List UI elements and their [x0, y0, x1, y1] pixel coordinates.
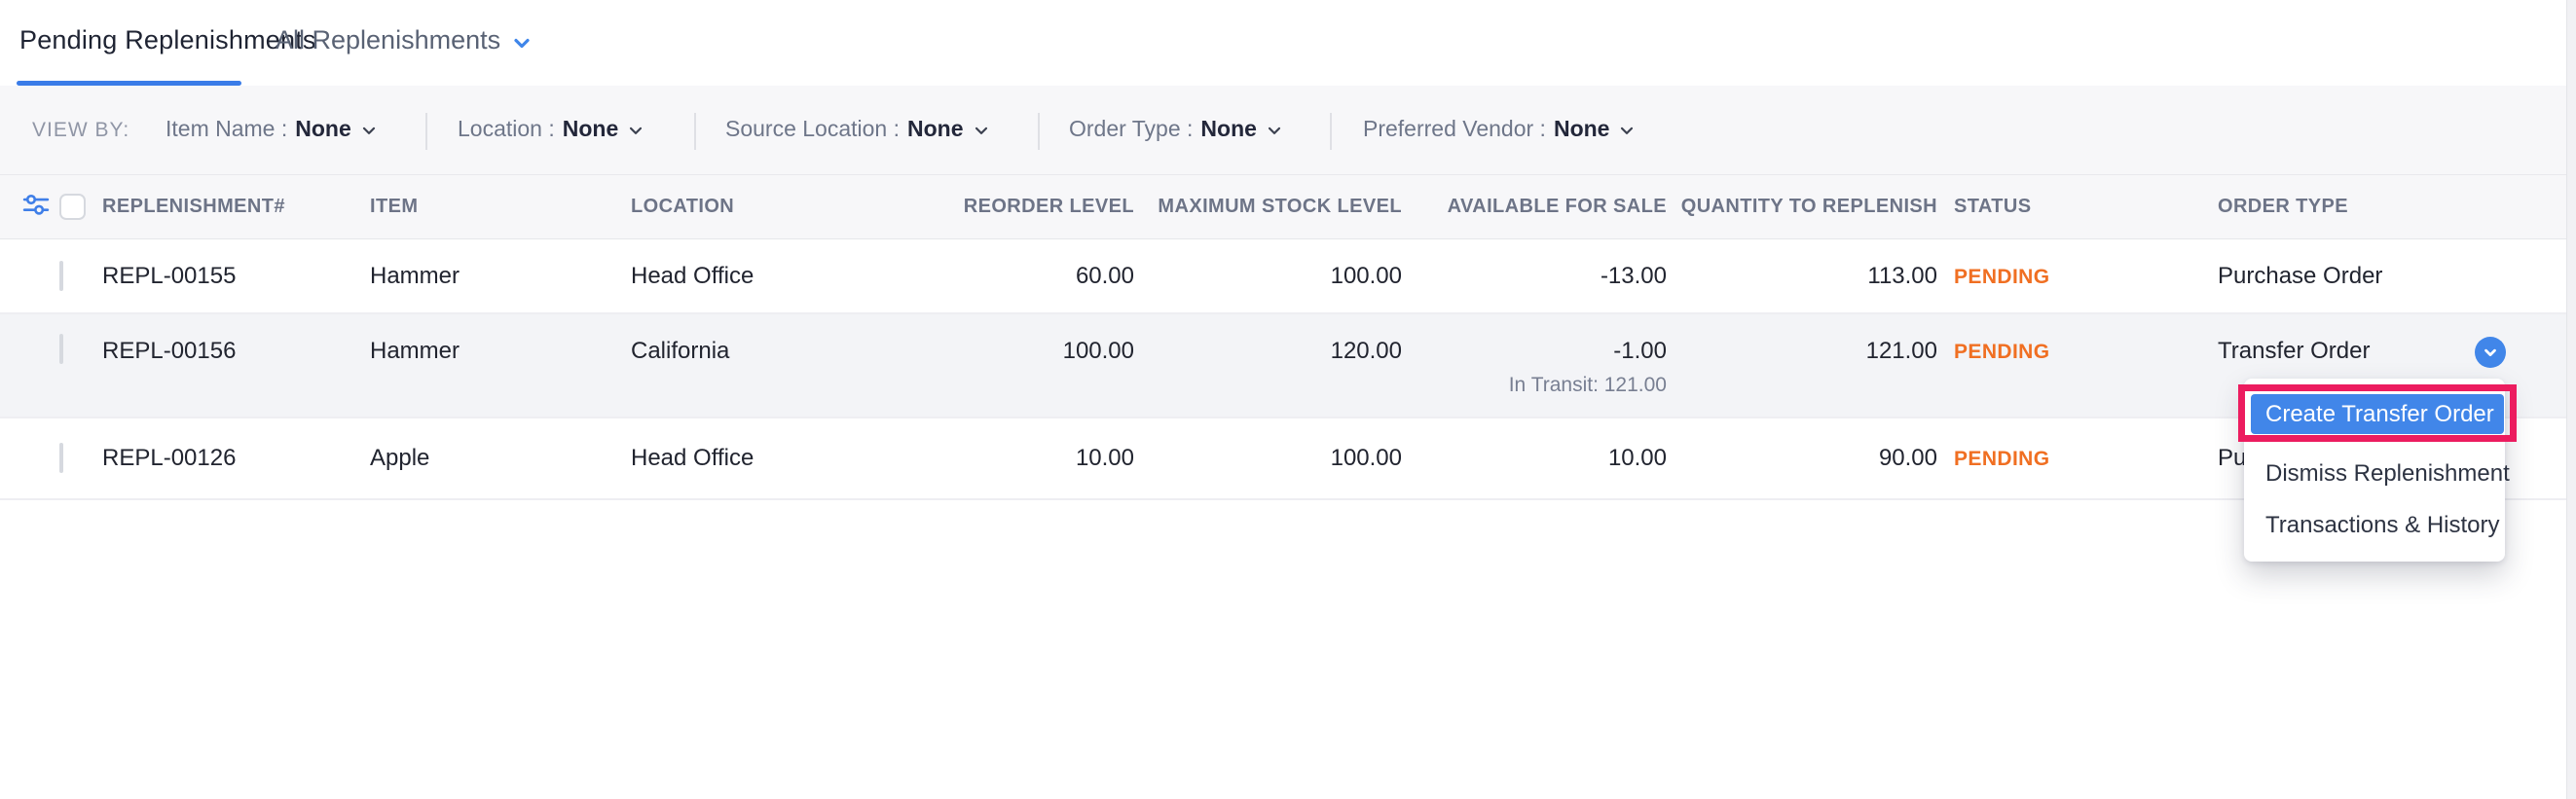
cell-replenishment-no: REPL-00156 — [102, 314, 370, 365]
column-header-reorder-level: REORDER LEVEL — [881, 196, 1134, 218]
table-header-gutter — [0, 190, 102, 225]
cell-item: Apple — [370, 445, 631, 472]
filter-divider — [1330, 113, 1332, 150]
filter-preferred-vendor-value: None — [1554, 116, 1610, 142]
column-header-replenishment: REPLENISHMENT# — [102, 196, 370, 218]
chevron-down-icon — [359, 121, 379, 140]
menu-item-create-transfer-order[interactable]: Create Transfer Order — [2251, 394, 2504, 434]
cell-location: California — [631, 314, 881, 365]
table-row[interactable]: REPL-00155 Hammer Head Office 60.00 100.… — [0, 239, 2576, 314]
cell-reorder-level: 10.00 — [881, 445, 1134, 472]
cell-reorder-level: 60.00 — [881, 263, 1134, 290]
cell-quantity-to-replenish: 113.00 — [1667, 263, 1937, 290]
filter-item-name[interactable]: Item Name : None — [166, 116, 379, 142]
cell-order-type: Purchase Order — [2218, 263, 2576, 290]
annotation-highlight-box: Create Transfer Order — [2238, 384, 2517, 442]
cell-replenishment-no: REPL-00126 — [102, 445, 370, 472]
row-checkbox[interactable] — [59, 443, 63, 473]
filter-source-location[interactable]: Source Location : None — [725, 116, 991, 142]
column-header-maximum-stock-level: MAXIMUM STOCK LEVEL — [1134, 196, 1402, 218]
cell-maximum-stock-level: 120.00 — [1134, 314, 1402, 365]
tab-bar: Pending Replenishments All Replenishment… — [0, 0, 2576, 86]
filter-divider — [425, 113, 427, 150]
filter-preferred-vendor[interactable]: Preferred Vendor : None — [1363, 116, 1637, 142]
chevron-down-icon — [626, 121, 645, 140]
cell-available-for-sale: -13.00 — [1402, 263, 1667, 290]
cell-available-for-sale: -1.00 In Transit: 121.00 — [1402, 314, 1667, 397]
cell-reorder-level: 100.00 — [881, 314, 1134, 365]
in-transit-note: In Transit: 121.00 — [1402, 374, 1667, 397]
cell-maximum-stock-level: 100.00 — [1134, 445, 1402, 472]
row-checkbox[interactable] — [59, 334, 63, 364]
column-header-status: STATUS — [1937, 196, 2218, 218]
available-for-sale-value: -1.00 — [1402, 338, 1667, 365]
row-gutter — [0, 314, 102, 363]
row-checkbox[interactable] — [59, 261, 63, 291]
cell-available-for-sale: 10.00 — [1402, 445, 1667, 472]
chevron-down-icon — [510, 31, 534, 54]
filter-item-name-label: Item Name : — [166, 116, 287, 142]
cell-item: Hammer — [370, 263, 631, 290]
cell-order-type: Transfer Order — [2218, 314, 2576, 365]
filter-order-type-value: None — [1200, 116, 1257, 142]
chevron-down-icon — [1265, 121, 1284, 140]
cell-item: Hammer — [370, 314, 631, 365]
filter-location-value: None — [563, 116, 619, 142]
column-header-location: LOCATION — [631, 196, 881, 218]
table-row[interactable]: REPL-00126 Apple Head Office 10.00 100.0… — [0, 418, 2576, 500]
status-badge: PENDING — [1937, 445, 2218, 472]
column-header-item: ITEM — [370, 196, 631, 218]
filter-source-location-label: Source Location : — [725, 116, 900, 142]
cell-location: Head Office — [631, 263, 881, 290]
row-gutter — [0, 445, 102, 472]
cell-location: Head Office — [631, 445, 881, 472]
cell-replenishment-no: REPL-00155 — [102, 263, 370, 290]
cell-maximum-stock-level: 100.00 — [1134, 263, 1402, 290]
filter-location-label: Location : — [458, 116, 555, 142]
filter-order-type[interactable]: Order Type : None — [1069, 116, 1284, 142]
cell-quantity-to-replenish: 121.00 — [1667, 314, 1937, 365]
tab-all-replenishments[interactable]: All Replenishments — [276, 25, 534, 55]
column-header-quantity-to-replenish: QUANTITY TO REPLENISH — [1667, 196, 1937, 218]
status-badge: PENDING — [1937, 263, 2218, 290]
tab-pending-replenishments[interactable]: Pending Replenishments — [19, 25, 316, 55]
view-by-label: VIEW BY: — [32, 119, 129, 142]
column-settings-icon[interactable] — [21, 190, 51, 225]
filter-item-name-value: None — [295, 116, 351, 142]
row-actions-dropdown-button[interactable] — [2475, 337, 2506, 368]
replenishments-page: Pending Replenishments All Replenishment… — [0, 0, 2576, 799]
filter-source-location-value: None — [907, 116, 964, 142]
chevron-down-icon — [1617, 121, 1637, 140]
filter-preferred-vendor-label: Preferred Vendor : — [1363, 116, 1546, 142]
filter-order-type-label: Order Type : — [1069, 116, 1193, 142]
chevron-down-icon — [972, 121, 991, 140]
select-all-checkbox[interactable] — [59, 194, 86, 220]
column-header-order-type: ORDER TYPE — [2218, 196, 2576, 218]
row-gutter — [0, 263, 102, 290]
filter-bar: VIEW BY: Item Name : None Location : Non… — [0, 86, 2576, 175]
column-header-available-for-sale: AVAILABLE FOR SALE — [1402, 196, 1667, 218]
table-header: REPLENISHMENT# ITEM LOCATION REORDER LEV… — [0, 175, 2576, 239]
vertical-scrollbar[interactable] — [2566, 0, 2576, 799]
menu-item-dismiss-replenishment[interactable]: Dismiss Replenishment — [2244, 452, 2505, 496]
status-badge: PENDING — [1937, 314, 2218, 365]
chevron-down-icon — [2482, 344, 2499, 361]
filter-divider — [694, 113, 696, 150]
table-row[interactable]: REPL-00156 Hammer California 100.00 120.… — [0, 314, 2576, 418]
tab-all-replenishments-label: All Replenishments — [276, 25, 500, 55]
filter-divider — [1038, 113, 1040, 150]
filter-location[interactable]: Location : None — [458, 116, 645, 142]
cell-quantity-to-replenish: 90.00 — [1667, 445, 1937, 472]
menu-item-transactions-history[interactable]: Transactions & History — [2244, 503, 2505, 548]
